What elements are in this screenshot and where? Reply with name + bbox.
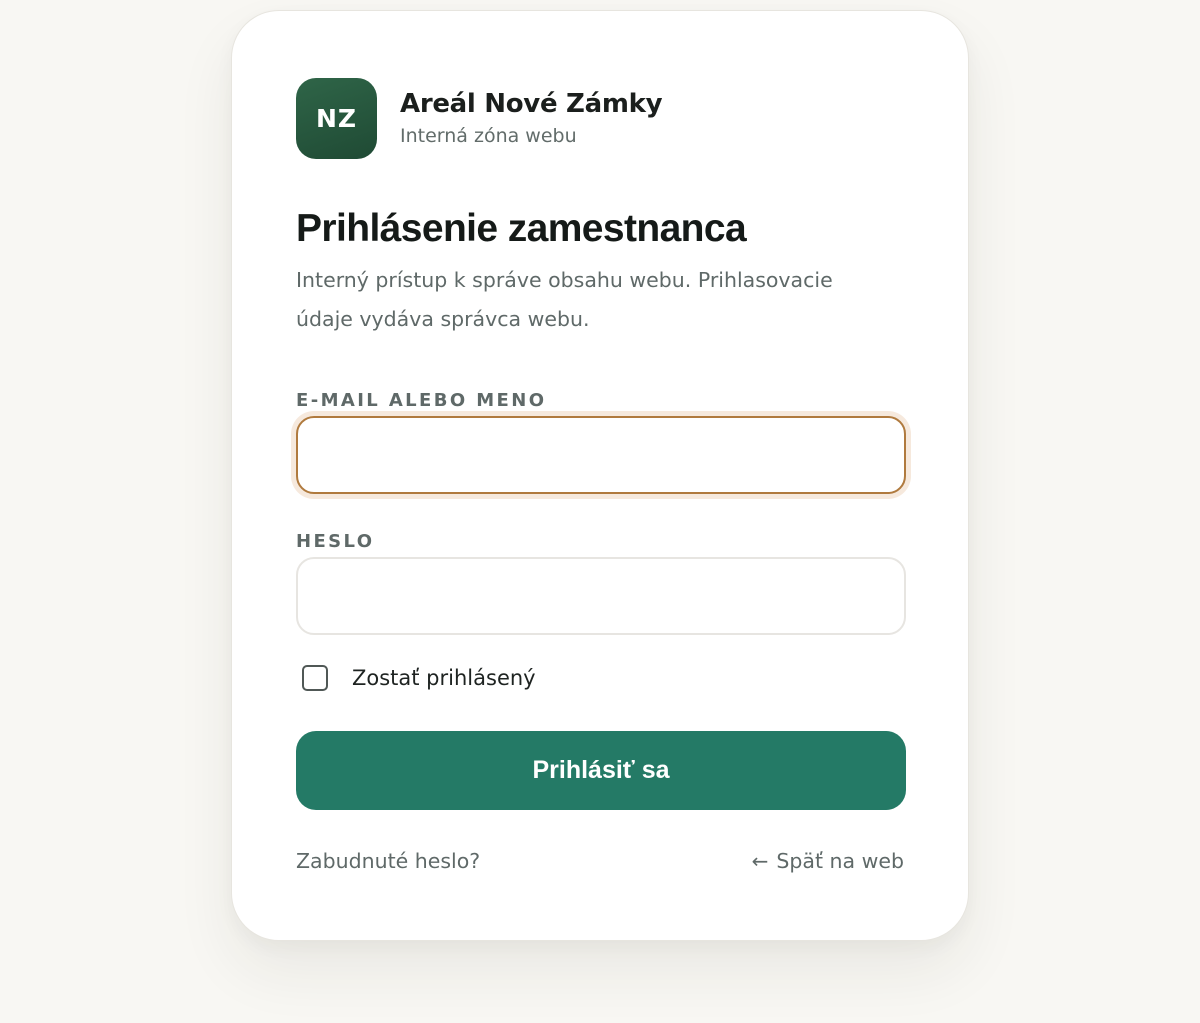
email-label: E-MAIL ALEBO MENO <box>296 390 547 411</box>
login-button[interactable]: Prihlásiť sa <box>296 731 906 810</box>
brand-logo: NZ <box>296 78 377 159</box>
password-label: HESLO <box>296 531 375 552</box>
email-input[interactable] <box>296 416 906 494</box>
remember-me-row[interactable]: Zostať prihlásený <box>302 665 536 691</box>
forgot-password-link[interactable]: Zabudnuté heslo? <box>296 847 480 875</box>
brand-text: Areál Nové Zámky Interná zóna webu <box>400 88 663 150</box>
back-to-web-label: Späť na web <box>776 849 904 873</box>
login-card: NZ Areál Nové Zámky Interná zóna webu Pr… <box>231 10 969 941</box>
page-description: Interný prístup k správe obsahu webu. Pr… <box>296 268 833 331</box>
arrow-left-icon: ← <box>751 849 769 873</box>
brand-subtitle: Interná zóna webu <box>400 124 577 147</box>
back-to-web-link[interactable]: ← Späť na web <box>752 847 904 875</box>
brand-logo-initials: NZ <box>315 104 358 133</box>
page-title: Prihlásenie zamestnanca <box>296 207 747 250</box>
password-input[interactable] <box>296 557 906 635</box>
remember-me-label[interactable]: Zostať prihlásený <box>352 666 536 690</box>
remember-me-checkbox[interactable] <box>302 665 328 691</box>
brand-header: NZ Areál Nové Zámky Interná zóna webu <box>296 78 663 159</box>
brand-name: Areál Nové Zámky <box>400 88 663 119</box>
